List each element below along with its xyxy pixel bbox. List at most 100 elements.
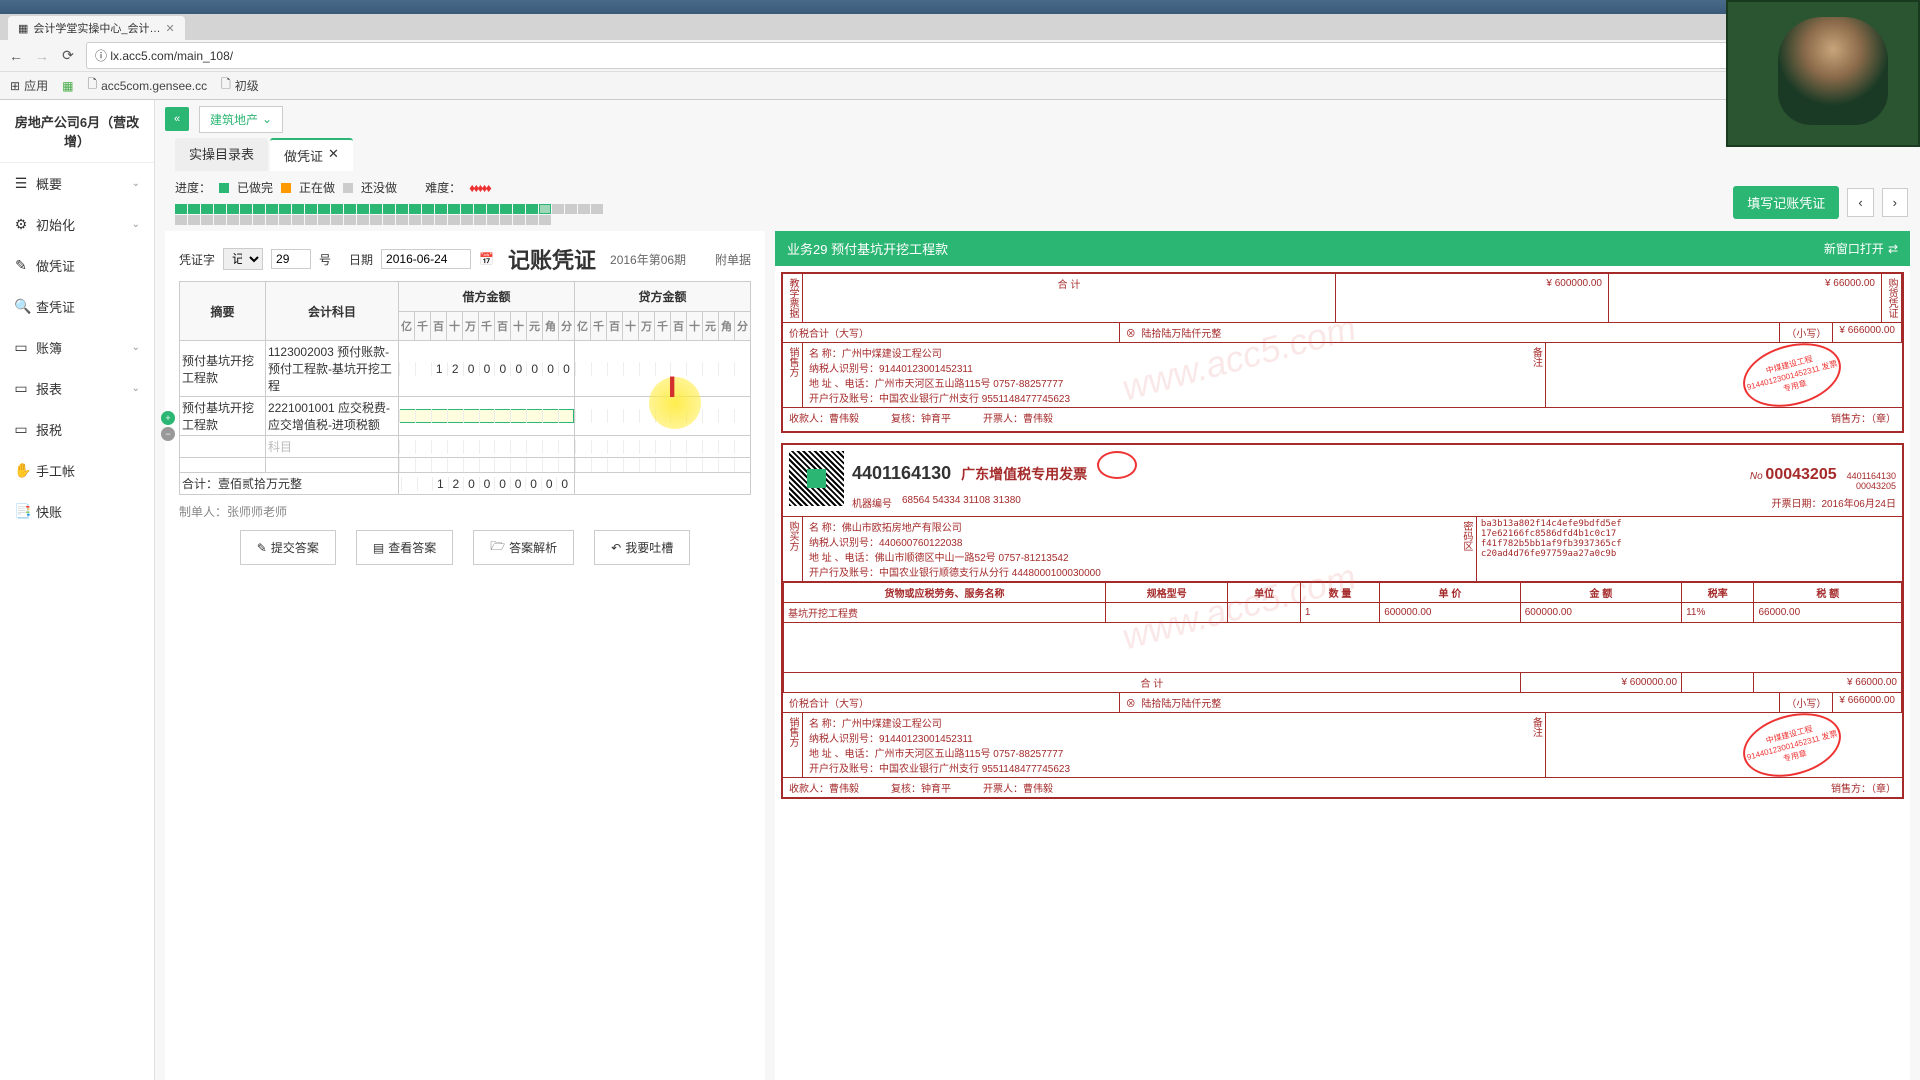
progress-cell[interactable] xyxy=(578,204,590,214)
progress-cell[interactable] xyxy=(461,215,473,225)
progress-cell[interactable] xyxy=(279,204,291,214)
progress-cell[interactable] xyxy=(500,204,512,214)
progress-cell[interactable] xyxy=(240,215,252,225)
progress-cell[interactable] xyxy=(331,215,343,225)
progress-cell[interactable] xyxy=(565,204,577,214)
progress-cell[interactable] xyxy=(461,204,473,214)
progress-cell[interactable] xyxy=(448,204,460,214)
progress-cell[interactable] xyxy=(188,204,200,214)
progress-cell[interactable] xyxy=(435,215,447,225)
progress-cell[interactable] xyxy=(396,215,408,225)
progress-cell[interactable] xyxy=(357,204,369,214)
progress-cell[interactable] xyxy=(344,215,356,225)
progress-cell[interactable] xyxy=(266,215,278,225)
progress-cell[interactable] xyxy=(500,215,512,225)
sidebar-item-7[interactable]: ✋手工帐 xyxy=(0,450,154,491)
close-icon[interactable]: ✕ xyxy=(166,22,175,35)
progress-cell[interactable] xyxy=(370,204,382,214)
progress-cell[interactable] xyxy=(435,204,447,214)
progress-cell[interactable] xyxy=(318,215,330,225)
progress-cell[interactable] xyxy=(383,215,395,225)
progress-cell[interactable] xyxy=(422,215,434,225)
progress-cell[interactable] xyxy=(253,204,265,214)
progress-cell[interactable] xyxy=(526,204,538,214)
sidebar-item-5[interactable]: ▭报表⌄ xyxy=(0,368,154,409)
parse-answer-button[interactable]: 🗁答案解析 xyxy=(473,530,574,565)
feedback-button[interactable]: ↶我要吐槽 xyxy=(594,530,690,565)
progress-cell[interactable] xyxy=(409,215,421,225)
sidebar-item-4[interactable]: ▭账簿⌄ xyxy=(0,327,154,368)
progress-cell[interactable] xyxy=(175,204,187,214)
url-input[interactable]: ⓘ lx.acc5.com/main_108/ xyxy=(86,42,1912,69)
progress-cell[interactable] xyxy=(318,204,330,214)
progress-cell[interactable] xyxy=(513,215,525,225)
progress-cell[interactable] xyxy=(331,204,343,214)
progress-cell[interactable] xyxy=(474,215,486,225)
browser-tab[interactable]: ▦ 会计学堂实操中心_会计… ✕ xyxy=(8,16,185,40)
progress-cell[interactable] xyxy=(253,215,265,225)
reference-body[interactable]: 教学票据 合 计 ¥ 600000.00 ¥ 66000.00 购货凭证 价税合… xyxy=(775,266,1910,1080)
progress-cell[interactable] xyxy=(448,215,460,225)
progress-cell[interactable] xyxy=(513,204,525,214)
add-row-button[interactable]: + xyxy=(161,411,175,425)
progress-cell[interactable] xyxy=(292,204,304,214)
summary-cell[interactable]: 预付基坑开挖工程款 xyxy=(180,397,266,436)
voucher-number-input[interactable] xyxy=(271,249,311,269)
progress-cell[interactable] xyxy=(305,204,317,214)
progress-cell[interactable] xyxy=(214,204,226,214)
sidebar-item-6[interactable]: ▭报税 xyxy=(0,409,154,450)
sidebar-item-0[interactable]: ☰概要⌄ xyxy=(0,163,154,204)
credit-cell[interactable] xyxy=(574,458,750,473)
account-cell[interactable]: 2221001001 应交税费-应交增值税-进项税额 xyxy=(265,397,398,436)
account-cell[interactable]: 科目 xyxy=(265,436,398,458)
credit-cell[interactable] xyxy=(574,397,750,436)
progress-cell[interactable] xyxy=(227,204,239,214)
progress-cell[interactable] xyxy=(552,204,564,214)
back-icon[interactable]: ← xyxy=(8,48,24,64)
progress-cell[interactable] xyxy=(539,215,551,225)
progress-cell[interactable] xyxy=(526,215,538,225)
progress-cell[interactable] xyxy=(305,215,317,225)
fill-voucher-button[interactable]: 填写记账凭证 xyxy=(1733,186,1839,219)
progress-cell[interactable] xyxy=(396,204,408,214)
progress-cell[interactable] xyxy=(487,204,499,214)
site-info-icon[interactable]: ⓘ xyxy=(95,49,107,63)
credit-cell[interactable] xyxy=(574,436,750,458)
progress-cell[interactable] xyxy=(240,204,252,214)
bookmark-item[interactable]: 🗋初级 xyxy=(221,75,259,96)
progress-cell[interactable] xyxy=(487,215,499,225)
summary-cell[interactable] xyxy=(180,458,266,473)
debit-cell[interactable] xyxy=(398,458,574,473)
progress-cell[interactable] xyxy=(370,215,382,225)
progress-cell[interactable] xyxy=(201,215,213,225)
submit-button[interactable]: ✎提交答案 xyxy=(240,530,336,565)
debit-cell[interactable] xyxy=(398,397,574,436)
tab-1[interactable]: 做凭证✕ xyxy=(270,138,353,171)
next-button[interactable]: › xyxy=(1882,188,1908,217)
sidebar-item-3[interactable]: 🔍查凭证 xyxy=(0,286,154,327)
progress-cell[interactable] xyxy=(279,215,291,225)
forward-icon[interactable]: → xyxy=(34,48,50,64)
sidebar-item-1[interactable]: ⚙初始化⌄ xyxy=(0,204,154,245)
account-cell[interactable]: 1123002003 预付账款-预付工程款-基坑开挖工程 xyxy=(265,341,398,397)
progress-cell[interactable] xyxy=(539,204,551,214)
progress-cell[interactable] xyxy=(383,204,395,214)
progress-cell[interactable] xyxy=(422,204,434,214)
debit-cell[interactable] xyxy=(398,436,574,458)
progress-cell[interactable] xyxy=(292,215,304,225)
apps-button[interactable]: ⊞应用 xyxy=(10,77,48,94)
progress-cell[interactable] xyxy=(201,204,213,214)
progress-cell[interactable] xyxy=(409,204,421,214)
bookmark-item[interactable]: ▦ xyxy=(62,79,73,93)
progress-cell[interactable] xyxy=(344,204,356,214)
credit-cell[interactable] xyxy=(574,341,750,397)
calendar-icon[interactable]: 📅 xyxy=(479,252,494,266)
progress-cell[interactable] xyxy=(474,204,486,214)
industry-select[interactable]: 建筑地产 ⌄ xyxy=(199,106,283,133)
account-cell[interactable] xyxy=(265,458,398,473)
collapse-sidebar-button[interactable]: « xyxy=(165,107,189,131)
voucher-char-select[interactable]: 记 xyxy=(223,248,263,270)
debit-cell[interactable]: 120000000 xyxy=(398,341,574,397)
summary-cell[interactable] xyxy=(180,436,266,458)
progress-cell[interactable] xyxy=(214,215,226,225)
